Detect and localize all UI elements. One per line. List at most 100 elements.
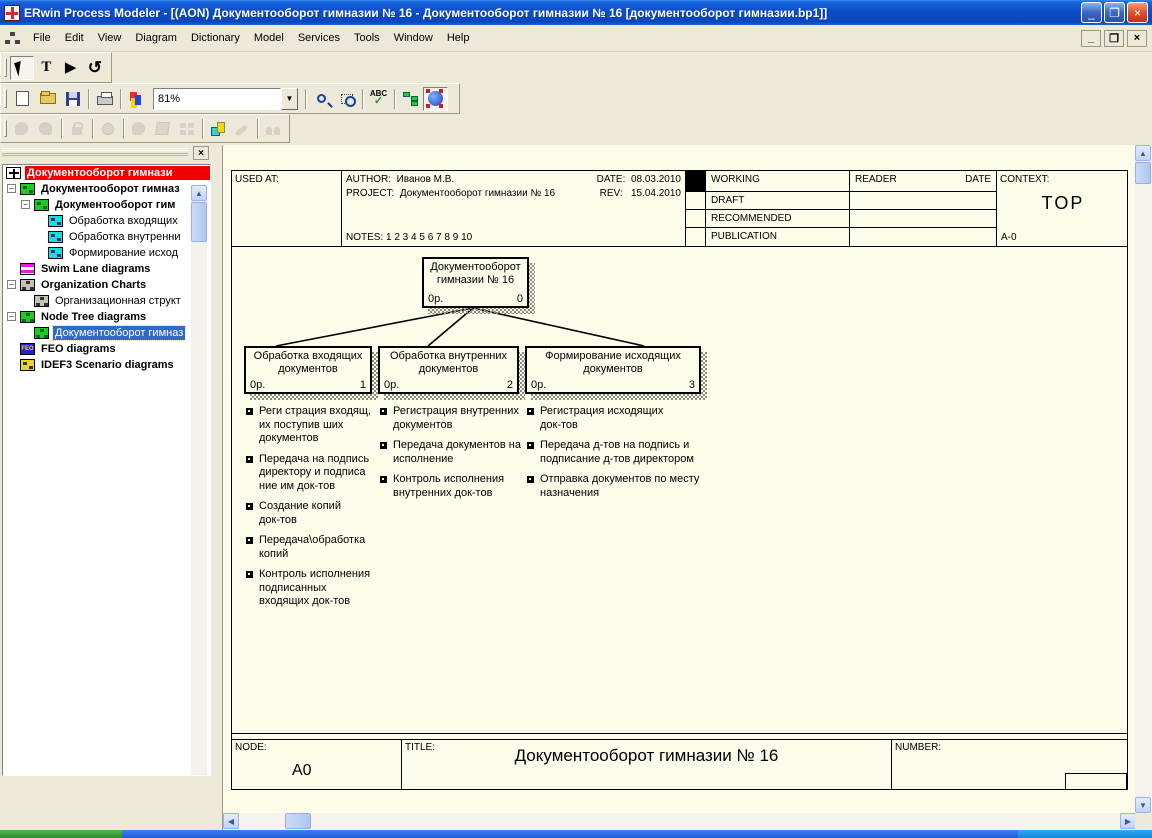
zoom-input[interactable] — [153, 87, 281, 110]
tree-item-label[interactable]: Документооборот гим — [53, 198, 177, 212]
panel-drag-grip[interactable] — [2, 148, 188, 156]
scroll-left-icon[interactable]: ◀ — [223, 813, 239, 829]
shape-button[interactable] — [127, 117, 151, 141]
scroll-right-icon[interactable]: ▶ — [1120, 813, 1136, 829]
menu-item[interactable]: Window — [387, 28, 440, 48]
tree-item[interactable]: Организационная структ — [3, 293, 210, 309]
tree-item-label[interactable]: Документооборот гимназ — [51, 325, 187, 341]
tree-item[interactable]: Обработка входящих — [3, 213, 210, 229]
new-button[interactable] — [10, 87, 35, 111]
cost-button[interactable] — [96, 117, 120, 141]
bullet-text: Отправка документов по месту назначения — [540, 473, 700, 499]
play-tool-button[interactable]: ▶ — [59, 56, 83, 80]
mdi-minimize-button[interactable]: _ — [1081, 29, 1101, 47]
model-navigator-button[interactable] — [423, 86, 448, 111]
scroll-up-icon[interactable]: ▲ — [191, 185, 207, 201]
toolbar-grip[interactable] — [4, 89, 7, 108]
tree-expander-icon[interactable]: − — [21, 200, 30, 209]
spellcheck-button[interactable]: ABC ✓ — [366, 87, 391, 111]
tree-item[interactable]: Формирование исход — [3, 245, 210, 261]
activity-box-3[interactable]: Формирование исходящих документов 0р. 3 — [525, 346, 701, 394]
tree-expander-icon[interactable]: − — [7, 184, 16, 193]
menu-item[interactable]: Dictionary — [184, 28, 247, 48]
activity-down-button[interactable] — [10, 117, 34, 141]
tree-vertical-scrollbar[interactable]: ▲ ▼ — [191, 185, 207, 775]
tree-item-label[interactable]: Обработка внутренни — [67, 230, 183, 244]
activity-up-button[interactable] — [34, 117, 58, 141]
menu-item[interactable]: Model — [247, 28, 291, 48]
menu-item[interactable]: Services — [291, 28, 347, 48]
diagram-horizontal-scrollbar[interactable]: ◀ ▶ — [223, 813, 1136, 830]
activity-box-2[interactable]: Обработка внутренних документов 0р. 2 — [378, 346, 519, 394]
roles-button[interactable] — [261, 117, 285, 141]
rotate-tool-button[interactable]: ↺ — [83, 56, 107, 80]
activity-title: Формирование исходящих документов — [545, 350, 681, 375]
minimize-button[interactable]: _ — [1081, 2, 1102, 23]
tree-item[interactable]: Обработка внутренни — [3, 229, 210, 245]
scroll-thumb[interactable] — [1135, 162, 1151, 184]
document-icon[interactable] — [5, 31, 20, 45]
tree-item-label[interactable]: Swim Lane diagrams — [39, 262, 152, 276]
zoom-in-button[interactable] — [309, 87, 334, 111]
menu-item[interactable]: Diagram — [128, 28, 184, 48]
node-tree-canvas[interactable]: Документооборот гимназии № 16 0р. 0 Обра… — [232, 247, 1127, 733]
menu-item[interactable]: File — [26, 28, 58, 48]
scroll-thumb[interactable] — [191, 202, 207, 242]
lock-button[interactable] — [65, 117, 89, 141]
tree-item[interactable]: FEO FEO diagrams — [3, 341, 210, 357]
mdi-restore-button[interactable]: ❐ — [1104, 29, 1124, 47]
windows-taskbar[interactable] — [0, 830, 1152, 838]
model-explorer-button[interactable] — [398, 87, 423, 111]
diagram-vertical-scrollbar[interactable]: ▲ ▼ — [1135, 145, 1152, 813]
menu-item[interactable]: View — [91, 28, 129, 48]
tree-item[interactable]: Документооборот гимназ — [3, 325, 210, 341]
tree-item[interactable]: − Документооборот гим — [3, 197, 210, 213]
menu-item[interactable]: Help — [440, 28, 477, 48]
scroll-thumb[interactable] — [285, 813, 311, 829]
tree-item-label[interactable]: Организационная структ — [53, 294, 183, 308]
activity-box-root[interactable]: Документооборот гимназии № 16 0р. 0 — [422, 257, 529, 308]
tree-item[interactable]: − Документооборот гимназ — [3, 181, 210, 197]
tree-item-label[interactable]: FEO diagrams — [39, 342, 118, 356]
mdi-close-button[interactable]: × — [1127, 29, 1147, 47]
scroll-down-icon[interactable]: ▼ — [1135, 797, 1151, 813]
tree-item-label[interactable]: Organization Charts — [39, 278, 148, 292]
scroll-up-icon[interactable]: ▲ — [1135, 145, 1151, 161]
tree-item-label[interactable]: Обработка входящих — [67, 214, 180, 228]
tree-item-label[interactable]: Node Tree diagrams — [39, 310, 148, 324]
grid-button[interactable] — [175, 117, 199, 141]
close-button[interactable]: × — [1127, 2, 1148, 23]
tree-item-label[interactable]: IDEF3 Scenario diagrams — [39, 358, 176, 372]
tree-expander-icon[interactable]: − — [7, 280, 16, 289]
menu-item[interactable]: Edit — [58, 28, 91, 48]
activity-box-1[interactable]: Обработка входящих документов 0р. 1 — [244, 346, 372, 394]
tree-item-label[interactable]: Документооборот гимназ — [39, 182, 182, 196]
properties-button[interactable] — [230, 117, 254, 141]
tree-expander-icon[interactable]: − — [7, 312, 16, 321]
zoom-area-button[interactable] — [334, 87, 359, 111]
open-button[interactable] — [35, 87, 60, 111]
zoom-dropdown-button[interactable]: ▼ — [281, 87, 298, 110]
tree-item-label[interactable]: Документооборот гимнази — [25, 166, 210, 180]
tree-item[interactable]: IDEF3 Scenario diagrams — [3, 357, 210, 373]
tree-item[interactable]: − Node Tree diagrams — [3, 309, 210, 325]
text-tool-button[interactable]: T — [34, 56, 58, 80]
idef0-form: USED AT: AUTHOR: Иванов М.В. DATE: 08.03… — [231, 170, 1128, 790]
tree-item-label[interactable]: Формирование исход — [67, 246, 180, 260]
color-button[interactable] — [124, 87, 149, 111]
toolbar-grip[interactable] — [4, 58, 7, 77]
save-button[interactable] — [60, 87, 85, 111]
tree-item[interactable]: − Organization Charts — [3, 277, 210, 293]
panel-close-button[interactable]: × — [193, 146, 209, 160]
tree-item[interactable]: Документооборот гимнази — [3, 165, 210, 181]
toolbar-grip[interactable] — [4, 119, 7, 138]
report-button[interactable] — [151, 117, 175, 141]
title-bar[interactable]: ERwin Process Modeler - [(AON) Документо… — [0, 0, 1152, 25]
restore-button[interactable]: ❐ — [1104, 2, 1125, 23]
tree-item[interactable]: Swim Lane diagrams — [3, 261, 210, 277]
pointer-tool-button[interactable] — [9, 55, 35, 80]
menu-item[interactable]: Tools — [347, 28, 387, 48]
start-button-edge[interactable] — [0, 830, 122, 838]
print-button[interactable] — [92, 87, 117, 111]
go-to-button[interactable] — [206, 117, 230, 141]
